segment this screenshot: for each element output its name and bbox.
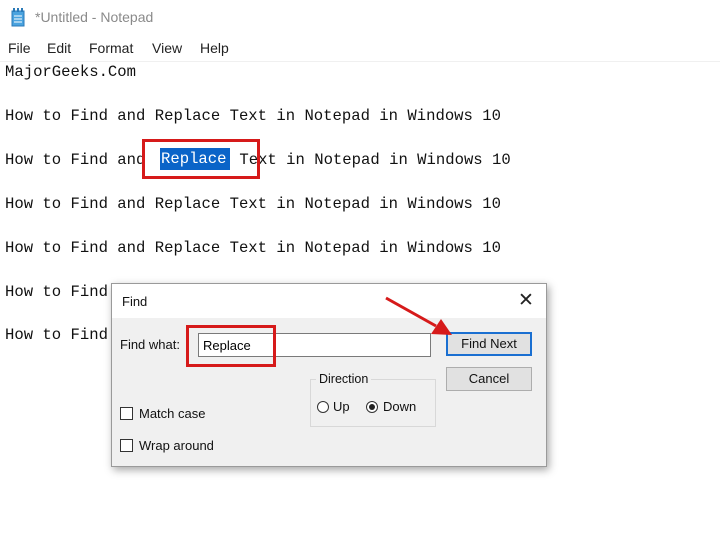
menu-bar: File Edit Format View Help bbox=[0, 38, 720, 60]
wrap-around-checkbox[interactable] bbox=[120, 439, 133, 452]
direction-label: Direction bbox=[316, 372, 372, 386]
editor-line-7: How to Find bbox=[5, 326, 108, 344]
wrap-around-label: Wrap around bbox=[139, 438, 214, 453]
editor-line-2: How to Find and Replace Text in Notepad … bbox=[5, 107, 501, 125]
find-dialog-title: Find bbox=[122, 294, 148, 309]
editor-line-1: MajorGeeks.Com bbox=[5, 63, 137, 81]
editor-line-6: How to Find bbox=[5, 283, 108, 301]
find-dialog: Find ✕ Find what: Replace Find Next Canc… bbox=[111, 283, 547, 467]
radio-up-label: Up bbox=[333, 399, 350, 414]
match-case-checkbox[interactable] bbox=[120, 407, 133, 420]
radio-down-label: Down bbox=[383, 399, 417, 414]
title-bar: *Untitled - Notepad bbox=[0, 0, 720, 36]
radio-down[interactable] bbox=[366, 401, 378, 413]
find-what-label: Find what: bbox=[120, 337, 180, 352]
cancel-button[interactable]: Cancel bbox=[446, 367, 532, 391]
editor-line-5: How to Find and Replace Text in Notepad … bbox=[5, 239, 501, 257]
menu-view[interactable]: View bbox=[152, 40, 182, 56]
menu-help[interactable]: Help bbox=[200, 40, 229, 56]
find-next-button[interactable]: Find Next bbox=[446, 332, 532, 356]
menu-file[interactable]: File bbox=[8, 40, 31, 56]
editor-line-3: How to Find and bbox=[5, 151, 155, 169]
notepad-icon bbox=[11, 8, 25, 27]
match-case-label: Match case bbox=[139, 406, 206, 421]
window-title: *Untitled - Notepad bbox=[35, 9, 154, 25]
selection-highlight-box bbox=[142, 139, 260, 179]
find-what-highlight-box bbox=[186, 325, 276, 367]
editor-line-4: How to Find and Replace Text in Notepad … bbox=[5, 195, 501, 213]
close-icon[interactable]: ✕ bbox=[512, 288, 540, 314]
find-dialog-title-bar: Find ✕ bbox=[112, 284, 546, 318]
editor-line-3-rest: Text in Notepad in Windows 10 bbox=[230, 151, 511, 169]
radio-up[interactable] bbox=[317, 401, 329, 413]
menu-format[interactable]: Format bbox=[89, 40, 133, 56]
menu-edit[interactable]: Edit bbox=[47, 40, 71, 56]
